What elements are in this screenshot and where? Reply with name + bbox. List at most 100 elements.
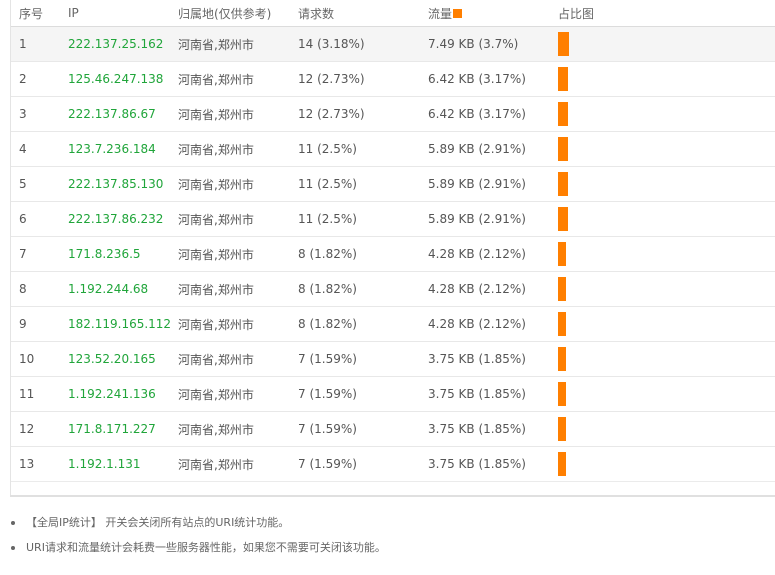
row-location: 河南省,郑州市 <box>178 37 254 52</box>
bullet-icon <box>11 546 15 550</box>
share-bar <box>558 102 568 126</box>
table-row: 8 1.192.244.68 河南省,郑州市 8 (1.82%) 4.28 KB (2.… <box>11 272 775 307</box>
table-header: 序号 IP 归属地(仅供参考) 请求数 流量 占比图 <box>11 0 775 27</box>
row-location: 河南省,郑州市 <box>178 142 254 157</box>
share-bar <box>558 452 566 476</box>
share-bar <box>558 382 566 406</box>
row-share-chart <box>558 237 566 271</box>
row-traffic: 5.89 KB (2.91%) <box>428 177 526 191</box>
note-item: 【全局IP统计】 开关会关闭所有站点的URI统计功能。 <box>10 516 770 537</box>
row-index: 1 <box>19 37 27 51</box>
header-requests-label: 请求数 <box>298 6 335 21</box>
row-requests: 8 (1.82%) <box>298 247 357 261</box>
share-bar <box>558 137 568 161</box>
note-text: 【全局IP统计】 开关会关闭所有站点的URI统计功能。 <box>26 516 290 529</box>
row-ip: 222.137.86.67 <box>68 107 156 121</box>
row-location: 河南省,郑州市 <box>178 212 254 227</box>
row-requests: 11 (2.5%) <box>298 212 357 226</box>
row-location: 河南省,郑州市 <box>178 457 254 472</box>
row-traffic: 4.28 KB (2.12%) <box>428 247 526 261</box>
row-requests: 11 (2.5%) <box>298 142 357 156</box>
share-bar <box>558 67 568 91</box>
share-bar <box>558 417 566 441</box>
row-share-chart <box>558 412 566 446</box>
row-ip: 171.8.171.227 <box>68 422 156 436</box>
row-traffic: 4.28 KB (2.12%) <box>428 317 526 331</box>
table-row: 1 222.137.25.162 河南省,郑州市 14 (3.18%) 7.49 KB … <box>11 27 775 62</box>
row-share-chart <box>558 447 566 481</box>
bullet-icon <box>11 521 15 525</box>
row-ip: 222.137.85.130 <box>68 177 164 191</box>
row-ip: 182.119.165.112 <box>68 317 172 331</box>
row-requests: 8 (1.82%) <box>298 317 357 331</box>
note-item: URI请求和流量统计会耗费一些服务器性能，如果您不需要可关闭该功能。 <box>10 541 770 562</box>
row-index: 12 <box>19 422 35 436</box>
table-row: 7 171.8.236.5 河南省,郑州市 8 (1.82%) 4.28 KB (2.1… <box>11 237 775 272</box>
table-row: 4 123.7.236.184 河南省,郑州市 11 (2.5%) 5.89 KB (2… <box>11 132 775 167</box>
header-location: 归属地(仅供参考) <box>178 6 272 21</box>
row-traffic: 3.75 KB (1.85%) <box>428 387 526 401</box>
row-index: 4 <box>19 142 27 156</box>
share-bar <box>558 347 566 371</box>
table-row: 5 222.137.85.130 河南省,郑州市 11 (2.5%) 5.89 KB (… <box>11 167 775 202</box>
table-row: 11 1.192.241.136 河南省,郑州市 7 (1.59%) 3.75 KB (… <box>11 377 775 412</box>
row-requests: 7 (1.59%) <box>298 352 357 366</box>
note-text: URI请求和流量统计会耗费一些服务器性能，如果您不需要可关闭该功能。 <box>26 541 386 554</box>
share-bar <box>558 32 569 56</box>
row-index: 5 <box>19 177 27 191</box>
header-requests[interactable]: 请求数 <box>298 0 334 26</box>
table-row: 2 125.46.247.138 河南省,郑州市 12 (2.73%) 6.42 KB … <box>11 62 775 97</box>
row-location: 河南省,郑州市 <box>178 282 254 297</box>
row-traffic: 4.28 KB (2.12%) <box>428 282 526 296</box>
row-ip: 1.192.1.131 <box>68 457 141 471</box>
row-share-chart <box>558 342 566 376</box>
row-index: 2 <box>19 72 27 86</box>
row-requests: 7 (1.59%) <box>298 387 357 401</box>
row-index: 6 <box>19 212 27 226</box>
row-ip: 1.192.241.136 <box>68 387 156 401</box>
header-traffic[interactable]: 流量 <box>428 0 463 26</box>
row-traffic: 5.89 KB (2.91%) <box>428 142 526 156</box>
row-requests: 8 (1.82%) <box>298 282 357 296</box>
share-bar <box>558 172 568 196</box>
notes-list: 【全局IP统计】 开关会关闭所有站点的URI统计功能。 URI请求和流量统计会耗… <box>10 516 770 566</box>
row-requests: 7 (1.59%) <box>298 457 357 471</box>
row-index: 9 <box>19 317 27 331</box>
row-location: 河南省,郑州市 <box>178 247 254 262</box>
row-share-chart <box>558 97 568 131</box>
row-traffic: 5.89 KB (2.91%) <box>428 212 526 226</box>
ip-stats-table: 序号 IP 归属地(仅供参考) 请求数 流量 占比图 1 222.137.25.1… <box>10 0 775 497</box>
row-share-chart <box>558 167 568 201</box>
row-ip: 125.46.247.138 <box>68 72 164 86</box>
row-share-chart <box>558 27 569 61</box>
row-traffic: 3.75 KB (1.85%) <box>428 352 526 366</box>
row-traffic: 3.75 KB (1.85%) <box>428 422 526 436</box>
row-location: 河南省,郑州市 <box>178 387 254 402</box>
table-row: 13 1.192.1.131 河南省,郑州市 7 (1.59%) 3.75 KB (1.… <box>11 447 775 482</box>
row-location: 河南省,郑州市 <box>178 422 254 437</box>
row-index: 11 <box>19 387 35 401</box>
header-ip: IP <box>68 6 79 20</box>
row-requests: 14 (3.18%) <box>298 37 365 51</box>
row-traffic: 3.75 KB (1.85%) <box>428 457 526 471</box>
row-location: 河南省,郑州市 <box>178 72 254 87</box>
row-index: 7 <box>19 247 27 261</box>
table-row: 12 171.8.171.227 河南省,郑州市 7 (1.59%) 3.75 KB (… <box>11 412 775 447</box>
share-bar <box>558 277 566 301</box>
row-index: 8 <box>19 282 27 296</box>
sort-icon[interactable] <box>453 8 463 18</box>
table-row: 9 182.119.165.112 河南省,郑州市 8 (1.82%) 4.28 KB … <box>11 307 775 342</box>
horizontal-scrollbar[interactable] <box>10 495 775 497</box>
row-share-chart <box>558 307 566 341</box>
row-index: 3 <box>19 107 27 121</box>
row-ip: 222.137.25.162 <box>68 37 164 51</box>
row-traffic: 6.42 KB (3.17%) <box>428 72 526 86</box>
row-requests: 12 (2.73%) <box>298 107 365 121</box>
row-ip: 123.7.236.184 <box>68 142 156 156</box>
row-requests: 12 (2.73%) <box>298 72 365 86</box>
row-location: 河南省,郑州市 <box>178 107 254 122</box>
share-bar <box>558 312 566 336</box>
row-location: 河南省,郑州市 <box>178 352 254 367</box>
row-location: 河南省,郑州市 <box>178 317 254 332</box>
row-index: 10 <box>19 352 35 366</box>
